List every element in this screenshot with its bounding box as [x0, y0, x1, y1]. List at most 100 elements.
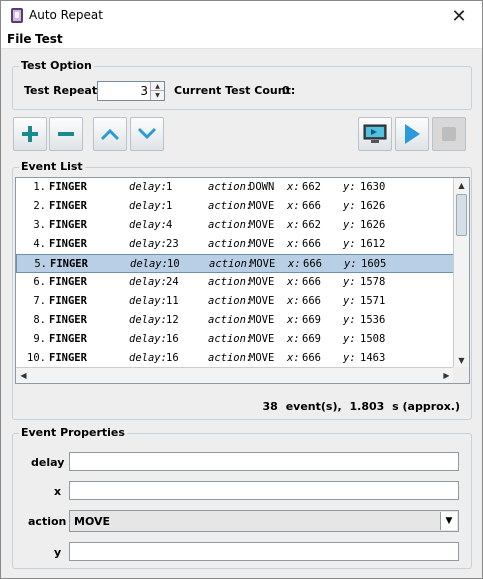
close-button[interactable]: ✕ [436, 1, 482, 31]
row-index: 1. [33, 181, 46, 193]
row-x-value: 666 [302, 238, 321, 250]
delay-field[interactable] [69, 452, 459, 471]
current-test-count-label: Current Test Count: [174, 84, 296, 97]
menu-test[interactable]: Test [35, 32, 63, 46]
menu-bar: File Test [1, 31, 482, 49]
list-item[interactable]: 7. FINGER delay: 11 action: MOVE x: 666 y: 1571 [16, 292, 454, 311]
vertical-scrollbar[interactable]: ▲ ▼ [453, 178, 469, 368]
row-delay-value: 12 [166, 314, 179, 326]
list-item[interactable]: 9. FINGER delay: 16 action: MOVE x: 669 y: 1508 [16, 330, 454, 349]
event-count: 38 [262, 400, 278, 413]
row-type: FINGER [49, 314, 87, 326]
row-y-key: y: [343, 238, 356, 250]
move-up-button[interactable] [93, 117, 127, 151]
row-action-key: action: [208, 219, 253, 231]
list-item[interactable]: 6. FINGER delay: 24 action: MOVE x: 666 y: 1578 [16, 273, 454, 292]
row-y-value: 1630 [360, 181, 386, 193]
row-action-value: MOVE [249, 333, 275, 345]
event-summary: 38 event(s), 1.803 s (approx.) [259, 400, 460, 413]
scroll-down-icon[interactable]: ▼ [454, 353, 469, 368]
list-item[interactable]: 1. FINGER delay: 1 action: DOWN x: 662 y: 1630 [16, 178, 454, 197]
row-y-key: y: [343, 219, 356, 231]
play-button[interactable] [395, 117, 429, 151]
row-type: FINGER [49, 295, 87, 307]
x-field[interactable] [69, 481, 459, 500]
row-action-value: MOVE [249, 219, 275, 231]
row-x-value: 666 [303, 258, 322, 270]
test-repeat-value[interactable]: 3 [140, 84, 148, 98]
row-x-key: x: [288, 258, 301, 270]
row-x-value: 669 [302, 333, 321, 345]
row-y-key: y: [343, 181, 356, 193]
row-y-key: y: [343, 200, 356, 212]
event-properties-legend: Event Properties [19, 426, 127, 439]
remove-event-button[interactable] [49, 117, 83, 151]
row-y-value: 1626 [360, 200, 386, 212]
chevron-down-icon[interactable]: ▼ [440, 512, 457, 530]
test-repeat-label: Test Repeat: [24, 84, 102, 97]
list-item[interactable]: 10. FINGER delay: 16 action: MOVE x: 666 y: 1463 [16, 349, 454, 368]
row-delay-key: delay: [130, 258, 168, 270]
screen-capture-button[interactable] [358, 117, 392, 151]
row-y-value: 1463 [360, 352, 386, 364]
action-select[interactable]: MOVE ▼ [69, 510, 459, 532]
row-delay-key: delay: [129, 200, 167, 212]
row-index: 7. [33, 295, 46, 307]
horizontal-scrollbar[interactable]: ◀ ▶ [16, 367, 454, 383]
test-repeat-spinner[interactable]: 3 ▲ ▼ [97, 81, 165, 101]
x-label: x [54, 485, 62, 498]
list-item[interactable]: 3. FINGER delay: 4 action: MOVE x: 662 y: 1626 [16, 216, 454, 235]
row-y-value: 1536 [360, 314, 386, 326]
list-item[interactable]: 8. FINGER delay: 12 action: MOVE x: 669 y: 1536 [16, 311, 454, 330]
row-delay-value: 24 [166, 276, 179, 288]
move-down-icon [137, 127, 157, 140]
current-test-count-value: 0 [282, 84, 290, 97]
spinner-up-icon[interactable]: ▲ [150, 82, 164, 91]
row-y-value: 1626 [360, 219, 386, 231]
row-y-key: y: [343, 276, 356, 288]
list-item[interactable]: 4. FINGER delay: 23 action: MOVE x: 666 y: 1612 [16, 235, 454, 254]
screen-capture-icon [363, 124, 387, 143]
scroll-corner [453, 367, 469, 383]
row-x-value: 662 [302, 181, 321, 193]
menu-file[interactable]: File [7, 32, 32, 46]
spinner-down-icon[interactable]: ▼ [150, 91, 164, 100]
scroll-up-icon[interactable]: ▲ [454, 178, 469, 193]
row-action-value: MOVE [249, 314, 275, 326]
row-type: FINGER [49, 238, 87, 250]
row-x-value: 666 [302, 352, 321, 364]
add-event-button[interactable] [13, 117, 47, 151]
event-list[interactable]: 1. FINGER delay: 1 action: DOWN x: 662 y: 1630 2. F… [15, 177, 470, 384]
row-delay-value: 11 [166, 295, 179, 307]
move-down-button[interactable] [130, 117, 164, 151]
scrollbar-thumb[interactable] [456, 194, 467, 236]
scroll-left-icon[interactable]: ◀ [16, 368, 31, 383]
row-index: 8. [33, 314, 46, 326]
row-delay-key: delay: [129, 238, 167, 250]
stop-button[interactable] [432, 117, 466, 151]
row-x-value: 666 [302, 295, 321, 307]
row-y-value: 1508 [360, 333, 386, 345]
list-item[interactable]: 5. FINGER delay: 10 action: MOVE x: 666 y: 1605 [16, 254, 454, 273]
row-delay-value: 1 [166, 200, 173, 212]
row-index: 6. [33, 276, 46, 288]
row-x-value: 669 [302, 314, 321, 326]
row-type: FINGER [49, 181, 87, 193]
row-action-key: action: [208, 352, 253, 364]
row-delay-key: delay: [129, 181, 167, 193]
remove-icon [58, 132, 74, 136]
list-item[interactable]: 2. FINGER delay: 1 action: MOVE x: 666 y: 1626 [16, 197, 454, 216]
row-y-key: y: [344, 258, 357, 270]
y-field[interactable] [69, 542, 459, 561]
event-duration: 1.803 [349, 400, 385, 413]
row-delay-key: delay: [129, 295, 167, 307]
row-action-key: action: [208, 295, 253, 307]
row-x-key: x: [287, 352, 300, 364]
row-delay-key: delay: [129, 276, 167, 288]
row-y-key: y: [343, 314, 356, 326]
row-delay-value: 10 [167, 258, 180, 270]
scroll-right-icon[interactable]: ▶ [439, 368, 454, 383]
row-type: FINGER [49, 276, 87, 288]
row-x-key: x: [287, 219, 300, 231]
row-action-key: action: [208, 238, 253, 250]
